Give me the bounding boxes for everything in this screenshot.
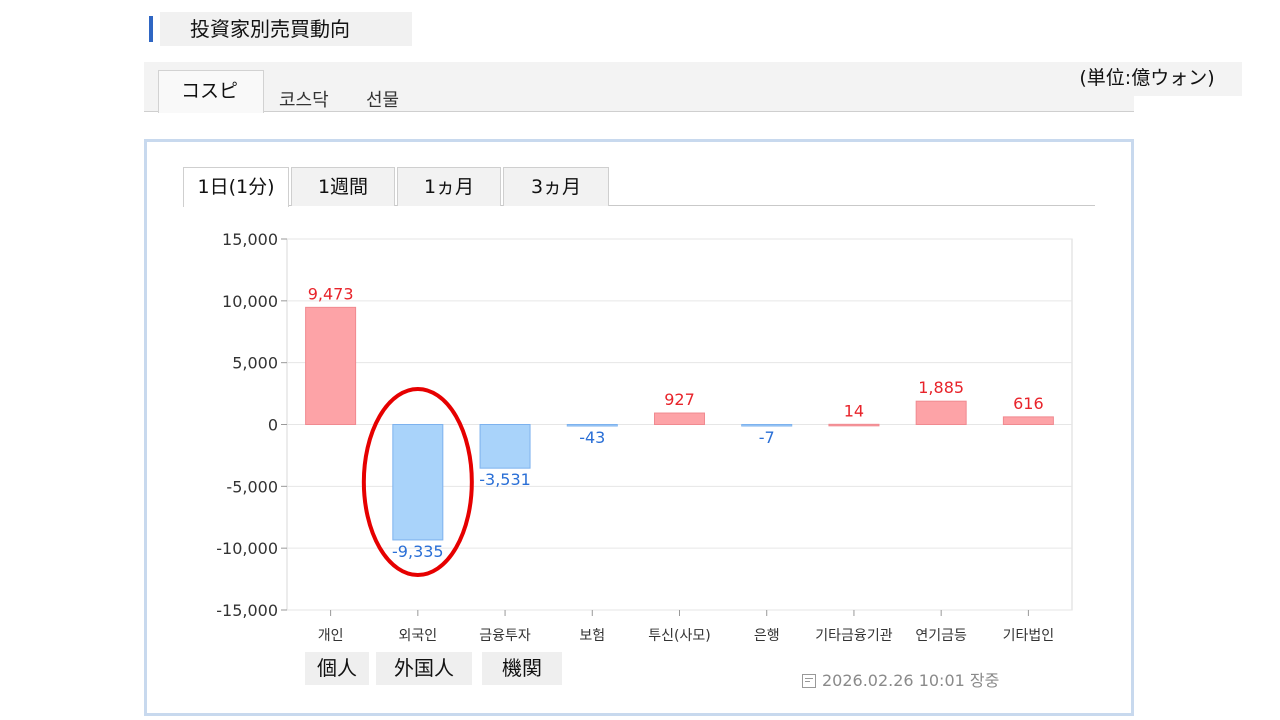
value-label: -9,335 <box>392 542 444 561</box>
x-tick-label: 금융투자 <box>479 628 531 644</box>
y-tick-label: 5,000 <box>232 354 278 373</box>
value-label: -7 <box>759 428 775 447</box>
calendar-icon <box>802 674 816 688</box>
timestamp-text: 2026.02.26 10:01 장중 <box>822 671 1000 690</box>
bar-8 <box>1002 416 1054 426</box>
value-label: -3,531 <box>479 470 531 489</box>
ja-label-institution: 機関 <box>482 652 562 685</box>
timestamp: 2026.02.26 10:01 장중 <box>802 667 999 691</box>
bar-4 <box>654 412 705 426</box>
y-tick-label: -15,000 <box>216 601 278 620</box>
x-tick-label: 기타법인 <box>1003 628 1055 644</box>
bar-7 <box>915 400 967 426</box>
value-label: 9,473 <box>308 284 354 303</box>
value-label: 1,885 <box>918 378 964 397</box>
bar-2 <box>479 424 531 469</box>
x-tick-label: 투신(사모) <box>648 628 710 644</box>
y-tick-label: 15,000 <box>222 230 278 249</box>
value-label: 927 <box>664 390 695 409</box>
x-tick-label: 개인 <box>318 628 344 644</box>
investor-trading-chart: 15,000 10,000 5,000 0 -5,000 -10,000 -15,000 개인… <box>216 230 1073 644</box>
bar-0 <box>305 306 357 425</box>
value-label: -43 <box>579 428 605 447</box>
y-tick-label: -5,000 <box>226 477 278 496</box>
x-tick-label: 은행 <box>754 628 780 644</box>
x-tick-label: 외국인 <box>399 628 438 644</box>
ja-label-foreigner: 外国人 <box>376 652 472 685</box>
x-tick-label: 기타금융기관 <box>815 628 892 644</box>
x-tick-label: 연기금등 <box>915 628 967 644</box>
y-tick-label: -10,000 <box>216 539 278 558</box>
y-tick-label: 10,000 <box>222 292 278 311</box>
bar-5 <box>741 424 793 427</box>
x-tick-label: 보험 <box>579 628 605 644</box>
ja-label-individual: 個人 <box>305 652 369 685</box>
bar-1 <box>392 424 444 541</box>
y-tick-label: 0 <box>268 416 278 435</box>
value-label: 616 <box>1013 394 1044 413</box>
bar-3 <box>566 424 618 427</box>
value-label: 14 <box>844 401 864 420</box>
bar-6 <box>828 423 880 427</box>
